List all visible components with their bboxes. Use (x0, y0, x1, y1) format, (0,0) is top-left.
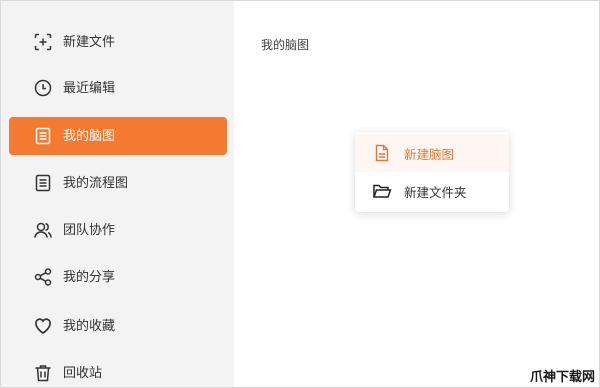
file-icon (372, 143, 392, 163)
clock-icon (33, 78, 53, 98)
new-file-icon (33, 32, 53, 52)
sidebar-item-trash[interactable]: 回收站 (9, 354, 227, 387)
menu-item-label: 新建脑图 (404, 146, 455, 162)
sidebar-item-my-shares[interactable]: 我的分享 (9, 258, 227, 296)
sidebar: 新建文件 最近编辑 我的脑图 我的流程图 团队协作 我的分享 我的收藏 回收站 (1, 1, 234, 387)
sidebar-item-label: 我的分享 (63, 269, 116, 285)
new-mindmap-menu-item[interactable]: 新建脑图 (355, 134, 509, 172)
sidebar-item-label: 回收站 (63, 365, 103, 381)
document-icon (33, 126, 53, 146)
sidebar-item-label: 最近编辑 (63, 80, 116, 96)
new-item-popup-menu: 新建脑图 新建文件夹 (355, 132, 509, 212)
sidebar-item-my-mindmaps[interactable]: 我的脑图 (9, 117, 227, 155)
menu-item-label: 新建文件夹 (404, 184, 467, 200)
sidebar-item-new-file[interactable]: 新建文件 (9, 23, 227, 61)
watermark-text: 爪神下载网 (529, 370, 595, 385)
app-window: 新建文件 最近编辑 我的脑图 我的流程图 团队协作 我的分享 我的收藏 回收站 … (0, 0, 600, 388)
sidebar-item-label: 新建文件 (63, 34, 116, 50)
document-icon (33, 173, 53, 193)
page-title: 我的脑图 (261, 38, 310, 52)
sidebar-item-my-favorites[interactable]: 我的收藏 (9, 307, 227, 345)
folder-icon (372, 181, 392, 201)
sidebar-item-label: 团队协作 (63, 222, 116, 238)
sidebar-item-label: 我的脑图 (63, 128, 116, 144)
heart-icon (33, 316, 53, 336)
sidebar-item-label: 我的收藏 (63, 318, 116, 334)
share-icon (33, 267, 53, 287)
sidebar-item-label: 我的流程图 (63, 175, 129, 191)
sidebar-item-my-flowcharts[interactable]: 我的流程图 (9, 164, 227, 202)
sidebar-item-team[interactable]: 团队协作 (9, 211, 227, 249)
sidebar-item-recent[interactable]: 最近编辑 (9, 69, 227, 107)
trash-icon (33, 363, 53, 383)
new-folder-menu-item[interactable]: 新建文件夹 (355, 172, 509, 210)
main-content: 我的脑图 新建脑图 新建文件夹 (234, 1, 599, 387)
users-icon (33, 220, 53, 240)
